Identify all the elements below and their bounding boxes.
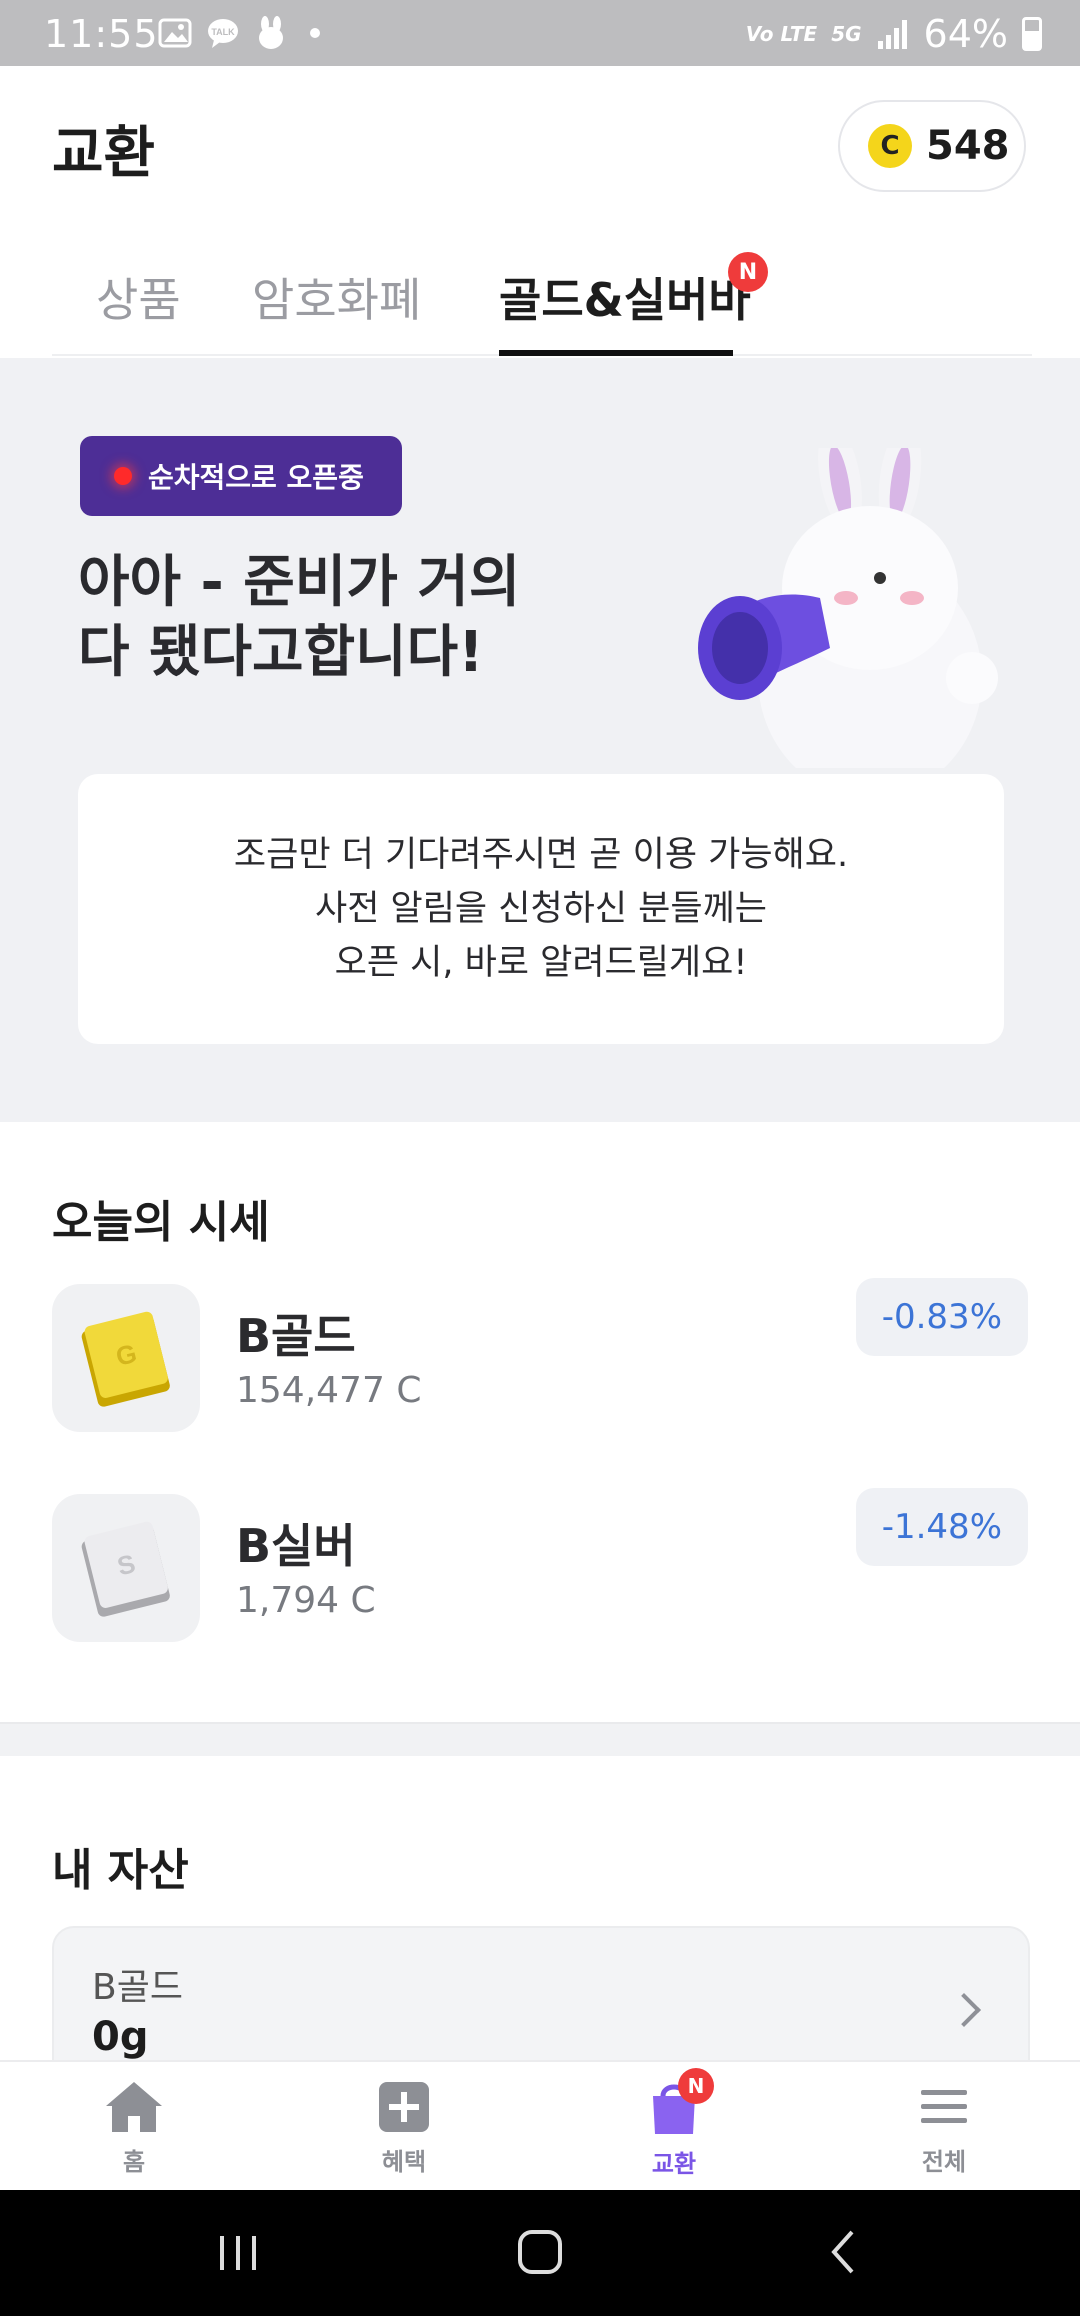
nav-home[interactable]: 홈 xyxy=(64,2080,204,2177)
notice-line2: 사전 알림을 신청하신 분들께는 xyxy=(315,889,767,929)
back-icon[interactable] xyxy=(822,2224,862,2280)
page-title: 교환 xyxy=(52,121,156,186)
asset-price: 1,794 C xyxy=(236,1580,376,1621)
nav-label: 교환 xyxy=(651,2150,697,2178)
home-button-icon[interactable] xyxy=(514,2224,566,2280)
tab-active-indicator xyxy=(499,350,733,356)
recent-apps-icon[interactable] xyxy=(214,2224,262,2280)
dot-icon xyxy=(310,28,320,38)
nav-label: 홈 xyxy=(122,2148,146,2176)
status-bar: 11:55 TALK Vo LTE 5G 64% xyxy=(0,0,1080,66)
bottom-nav: 홈 혜택 교환 N 전체 xyxy=(0,2060,1080,2190)
svg-text:TALK: TALK xyxy=(211,27,235,37)
talk-icon: TALK xyxy=(208,19,238,48)
new-badge: N xyxy=(728,252,768,292)
hero-headline-line2: 다 됐다고합니다! xyxy=(78,620,484,685)
nav-new-badge: N xyxy=(678,2068,714,2104)
5g-label: 5G xyxy=(831,22,862,46)
price-row-gold[interactable]: G B골드 154,477 C -0.83% xyxy=(52,1278,1028,1434)
gallery-icon xyxy=(158,18,192,48)
battery-percent: 64% xyxy=(923,12,1008,56)
rabbit-megaphone-illustration xyxy=(698,448,998,768)
nav-label: 혜택 xyxy=(381,2148,427,2176)
nav-benefits[interactable]: 혜택 xyxy=(334,2080,474,2177)
volte-label: Vo LTE xyxy=(745,22,818,46)
silver-bar-icon: S xyxy=(52,1494,200,1642)
coin-balance-button[interactable]: C 548 xyxy=(838,100,1026,192)
plus-box-icon xyxy=(379,2082,429,2132)
system-nav-bar xyxy=(0,2190,1080,2316)
tab-products[interactable]: 상품 xyxy=(96,264,181,330)
coin-balance: 548 xyxy=(926,123,1010,169)
hero-headline: 아아 - 준비가 거의 다 됐다고합니다! xyxy=(78,548,678,688)
section-divider xyxy=(0,1722,1080,1756)
tab-bar: 상품 암호화폐 골드&실버바 N xyxy=(52,250,1032,356)
asset-card-value: 0g xyxy=(92,2014,149,2060)
price-change-badge: -0.83% xyxy=(855,1278,1028,1356)
prices-section-title: 오늘의 시세 xyxy=(52,1197,270,1248)
nav-label: 전체 xyxy=(921,2148,967,2176)
notice-line1: 조금만 더 기다려주시면 곧 이용 가능해요. xyxy=(233,835,849,875)
status-chip: 순차적으로 오픈중 xyxy=(80,436,402,516)
asset-name: B실버 xyxy=(236,1519,356,1573)
asset-name: B골드 xyxy=(236,1309,356,1363)
price-row-silver[interactable]: S B실버 1,794 C -1.48% xyxy=(52,1488,1028,1644)
status-system-icons: Vo LTE 5G 64% xyxy=(746,12,1042,56)
tab-crypto[interactable]: 암호화폐 xyxy=(252,264,421,330)
home-icon xyxy=(106,2082,162,2132)
gold-bar-icon: G xyxy=(52,1284,200,1432)
asset-price: 154,477 C xyxy=(236,1370,422,1411)
notice-line3: 오픈 시, 바로 알려드릴게요! xyxy=(334,943,748,983)
chevron-right-icon xyxy=(947,1993,981,2027)
signal-icon xyxy=(877,20,907,49)
nav-exchange[interactable]: 교환 xyxy=(604,2080,744,2179)
status-chip-label: 순차적으로 오픈중 xyxy=(148,461,364,494)
tab-gold-silver[interactable]: 골드&실버바 xyxy=(499,264,751,330)
status-notification-icons: TALK xyxy=(158,16,320,50)
rabbit-icon xyxy=(259,16,283,49)
battery-icon xyxy=(1022,17,1042,51)
my-assets-title: 내 자산 xyxy=(52,1845,189,1896)
nav-all[interactable]: 전체 xyxy=(874,2080,1014,2177)
status-time: 11:55 xyxy=(44,12,159,56)
coin-icon: C xyxy=(868,124,912,168)
price-change-badge: -1.48% xyxy=(855,1488,1028,1566)
notice-card: 조금만 더 기다려주시면 곧 이용 가능해요. 사전 알림을 신청하신 분들께는… xyxy=(78,774,1004,1044)
menu-icon xyxy=(921,2090,967,2123)
hero-headline-line1: 아아 - 준비가 거의 xyxy=(78,550,521,615)
live-dot-icon xyxy=(114,467,132,485)
asset-card-label: B골드 xyxy=(92,1967,183,2008)
coming-soon-banner: 순차적으로 오픈중 아아 - 준비가 거의 다 됐다고합니다! 조금만 더 기다… xyxy=(0,358,1080,1122)
